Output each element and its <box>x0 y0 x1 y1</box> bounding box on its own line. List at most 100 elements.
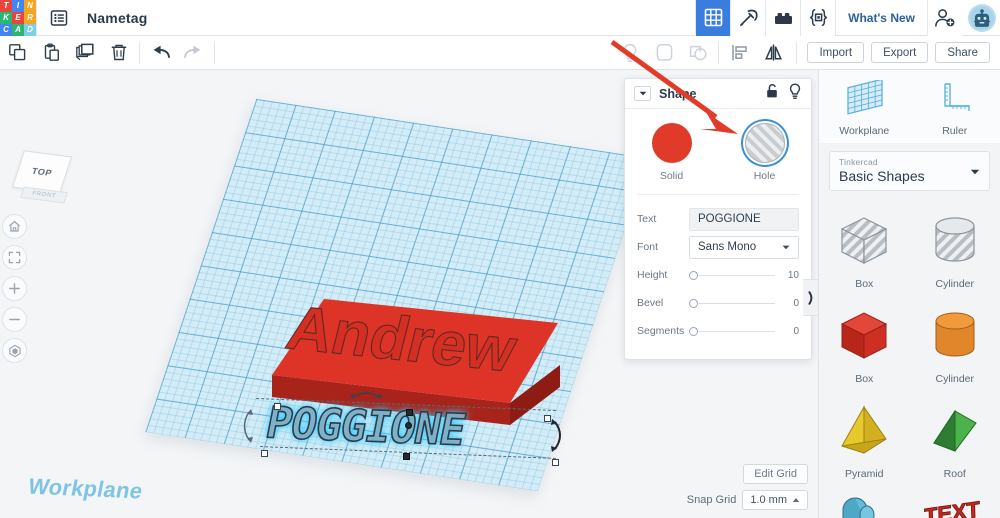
whats-new-link[interactable]: What's New <box>835 0 927 36</box>
logo-tile-e-4: E <box>12 11 24 24</box>
home-view-icon[interactable] <box>2 214 27 239</box>
chevron-up-icon <box>792 498 800 502</box>
view-cube-top-face[interactable]: TOP <box>12 150 72 194</box>
ungroup-icon <box>681 36 715 70</box>
document-name[interactable]: Nametag <box>81 10 148 26</box>
text-input[interactable]: POGGIONE <box>689 207 799 231</box>
chevron-down-icon <box>782 241 790 253</box>
chevron-down-icon[interactable] <box>634 86 651 101</box>
height-slider-knob[interactable] <box>689 270 698 280</box>
bevel-slider-track[interactable] <box>699 302 775 304</box>
shape-roof[interactable]: Roof <box>910 391 1000 484</box>
logo-tile-c-6: C <box>0 23 12 36</box>
import-button[interactable]: Import <box>807 42 865 63</box>
height-slider-track[interactable] <box>699 274 775 276</box>
mirror-icon[interactable] <box>756 36 790 70</box>
align-icon[interactable] <box>722 36 756 70</box>
fit-to-view-icon[interactable] <box>2 245 27 270</box>
edit-grid-button[interactable]: Edit Grid <box>743 464 808 484</box>
bevel-slider[interactable] <box>689 298 775 308</box>
rotate-handle-top[interactable] <box>348 386 384 402</box>
font-select[interactable]: Sans Mono <box>689 235 799 259</box>
object-tools <box>613 36 790 70</box>
solid-mode-option[interactable]: Solid <box>637 123 707 182</box>
zoom-out-icon[interactable] <box>2 307 27 332</box>
ruler-tool[interactable]: Ruler <box>910 80 1000 137</box>
text-field-row: Text POGGIONE <box>637 205 799 233</box>
resize-handle-bl[interactable] <box>261 450 268 457</box>
height-value[interactable]: 10 <box>775 270 799 281</box>
grid-view-icon[interactable] <box>695 0 731 36</box>
shape-box-hole[interactable]: Box <box>819 201 910 294</box>
solid-swatch[interactable] <box>651 123 692 163</box>
list-icon[interactable] <box>37 0 81 36</box>
segments-label: Segments <box>637 325 685 337</box>
redo-icon <box>177 36 211 70</box>
group-icon <box>647 36 681 70</box>
segments-value[interactable]: 0 <box>775 326 799 337</box>
rotate-handle-left[interactable] <box>238 408 254 444</box>
height-handle-bottom[interactable] <box>403 453 410 460</box>
resize-handle-br[interactable] <box>552 459 559 466</box>
resize-handle-tl[interactable] <box>274 403 281 410</box>
shapes-sidebar[interactable]: Workplane Ruler Tinkercad Basic Shapes B… <box>818 70 1000 518</box>
snap-grid-row: Snap Grid 1.0 mm <box>687 490 808 510</box>
brick-icon[interactable] <box>765 0 801 36</box>
unlock-icon[interactable] <box>765 83 779 104</box>
height-slider[interactable] <box>689 270 775 280</box>
shape-panel-header: Shape <box>625 79 811 109</box>
segments-slider[interactable] <box>689 326 775 336</box>
pickaxe-icon[interactable] <box>730 0 766 36</box>
ortho-perspective-icon[interactable] <box>2 338 27 363</box>
duplicate-icon[interactable] <box>68 36 102 70</box>
shape-rounded-roof[interactable] <box>819 486 910 518</box>
copy-icon[interactable] <box>0 36 34 70</box>
tinkercad-logo[interactable]: TINKERCAD <box>0 0 36 36</box>
hole-mode-option[interactable]: Hole <box>730 123 800 182</box>
codeblocks-icon[interactable] <box>800 0 836 36</box>
roof-icon <box>932 409 977 452</box>
snap-grid-select[interactable]: 1.0 mm <box>742 490 808 510</box>
shape-cylinder-hole[interactable]: Cylinder <box>910 201 1000 294</box>
share-button[interactable]: Share <box>935 42 990 63</box>
zoom-in-icon[interactable] <box>2 276 27 301</box>
selected-text-object[interactable]: POGGIONE <box>243 392 582 466</box>
delete-icon[interactable] <box>102 36 136 70</box>
shape-box-solid[interactable]: Box <box>819 296 910 389</box>
segments-slider-knob[interactable] <box>689 326 698 336</box>
user-avatar[interactable] <box>968 3 996 32</box>
rotate-handle-right[interactable] <box>548 418 578 454</box>
history-tools <box>143 36 211 70</box>
pyramid-icon <box>841 405 887 454</box>
lightbulb-icon[interactable] <box>788 82 802 105</box>
shape-panel-actions <box>765 82 802 105</box>
bevel-value[interactable]: 0 <box>775 298 799 309</box>
bevel-label: Bevel <box>637 297 664 309</box>
divider <box>718 41 720 64</box>
hole-swatch[interactable] <box>744 123 785 163</box>
font-field-row: Font Sans Mono <box>637 233 799 261</box>
height-handle-cone[interactable] <box>405 422 412 429</box>
hole-label: Hole <box>753 170 776 182</box>
undo-icon[interactable] <box>143 36 177 70</box>
cylinder-hole-icon <box>935 217 975 262</box>
view-cube[interactable]: TOP FRONT <box>12 148 72 210</box>
segments-slider-track[interactable] <box>699 330 775 332</box>
shape-pyramid[interactable]: Pyramid <box>819 391 910 484</box>
logo-tile-t-0: T <box>0 0 12 12</box>
text-shape-icon: TEXT <box>923 496 981 518</box>
shape-cylinder-solid[interactable]: Cylinder <box>910 296 1000 389</box>
workplane-tool[interactable]: Workplane <box>819 78 910 137</box>
person-add-icon[interactable] <box>927 0 962 36</box>
snap-grid-value: 1.0 mm <box>750 494 787 506</box>
shape-library-select[interactable]: Tinkercad Basic Shapes <box>829 151 990 191</box>
export-button[interactable]: Export <box>871 42 929 63</box>
bevel-slider-knob[interactable] <box>689 298 698 308</box>
logo-tile-a-7: A <box>12 23 24 36</box>
font-field-label: Font <box>637 241 659 253</box>
height-handle-top[interactable] <box>406 409 413 416</box>
paste-icon[interactable] <box>34 36 68 70</box>
solid-label: Solid <box>659 170 684 182</box>
shape-text[interactable]: TEXT <box>910 486 1000 518</box>
divider <box>139 41 140 64</box>
